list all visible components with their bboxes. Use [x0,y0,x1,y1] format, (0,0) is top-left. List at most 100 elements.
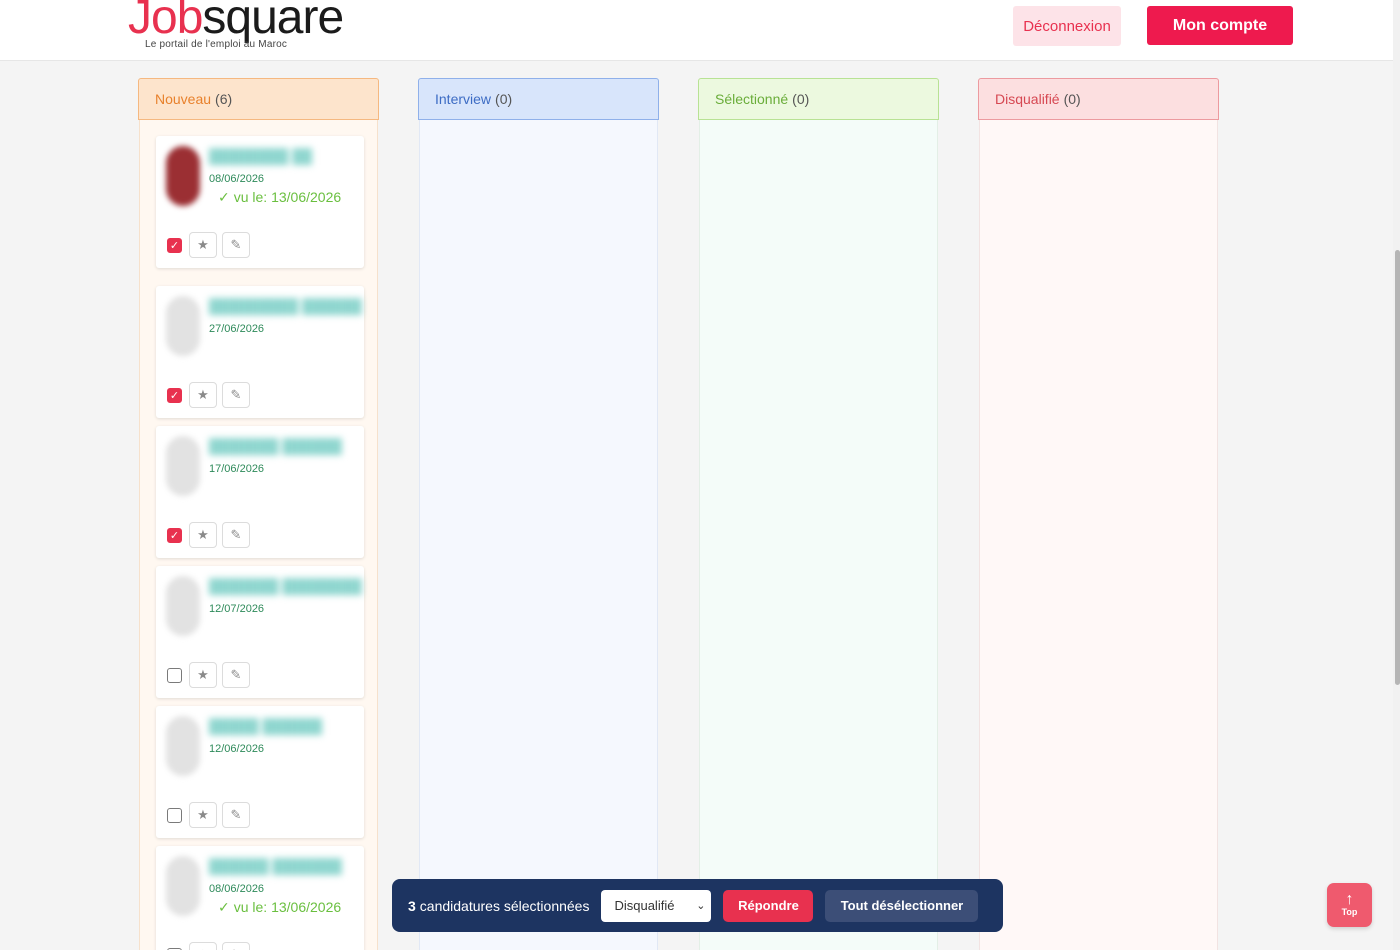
card-actions: ★ ✎ [167,942,255,950]
check-icon: ✓ [169,389,180,402]
candidate-name[interactable]: █████ ██████ [209,718,322,734]
candidate-name[interactable]: █████████ ██████ [209,298,362,314]
back-to-top-button[interactable]: ↑ Top [1327,883,1372,927]
column-title: Sélectionné [715,91,789,107]
check-icon: ✓ [218,899,230,915]
seen-status: ✓ vu le: 13/06/2026 [218,189,341,206]
arrow-up-icon: ↑ [1345,891,1354,908]
avatar [166,716,200,776]
pencil-icon: ✎ [230,387,242,402]
avatar [166,856,200,916]
seen-status: ✓ vu le: 13/06/2026 [218,899,341,916]
star-icon: ★ [197,387,209,402]
page-scrollbar-thumb[interactable] [1395,250,1400,685]
select-checkbox[interactable]: ✓ [167,527,182,543]
application-date: 27/06/2026 [209,323,265,335]
candidate-card[interactable]: █████████ ██████ 27/06/2026 ✓ ★ ✎ [156,286,364,418]
logout-button[interactable]: Déconnexion [1013,6,1121,46]
select-checkbox[interactable]: ✓ [167,387,182,403]
avatar [166,436,200,496]
column-title: Interview [435,91,492,107]
card-actions: ✓ ★ ✎ [167,382,255,408]
edit-note-button[interactable]: ✎ [222,662,250,688]
application-date: 17/06/2026 [209,463,265,475]
logo-tagline: Le portail de l'emploi au Maroc [145,39,288,50]
star-icon: ★ [197,667,209,682]
column-count: (6) [215,91,233,107]
select-checkbox[interactable]: ✓ [167,237,182,253]
logo-word-job: Job [128,0,203,44]
edit-note-button[interactable]: ✎ [222,802,250,828]
reply-button[interactable]: Répondre [723,889,814,922]
logo-word-square: square [202,0,344,44]
pencil-icon: ✎ [230,527,242,542]
pencil-icon: ✎ [230,237,242,252]
candidate-card[interactable]: ███████ ████████ 12/07/2026 ★ ✎ [156,566,364,698]
column-header-disqualifie: Disqualifié (0) [978,78,1219,120]
column-header-nouveau: Nouveau (6) [138,78,379,120]
avatar [166,296,200,356]
application-date: 08/06/2026 [209,173,265,185]
column-header-interview: Interview (0) [418,78,659,120]
seen-text: vu le: 13/06/2026 [233,899,342,915]
my-account-button[interactable]: Mon compte [1147,6,1293,45]
avatar [166,146,200,206]
favorite-button[interactable]: ★ [189,802,217,828]
candidate-card[interactable]: ██████ ███████ 08/06/2026 ✓ vu le: 13/06/… [156,846,364,950]
star-icon: ★ [197,237,209,252]
application-date: 12/07/2026 [209,603,265,615]
column-interview: Interview (0) [418,78,659,950]
favorite-button[interactable]: ★ [189,942,217,950]
application-date: 08/06/2026 [209,883,265,895]
column-selectionne: Sélectionné (0) [698,78,939,950]
card-actions: ★ ✎ [167,802,255,828]
check-icon: ✓ [169,529,180,542]
status-select-value: Disqualifié [614,898,675,913]
avatar [166,576,200,636]
pencil-icon: ✎ [230,807,242,822]
star-icon: ★ [197,807,209,822]
candidate-card[interactable]: ███████ ██████ 17/06/2026 ✓ ★ ✎ [156,426,364,558]
bulk-action-bar: 3 candidatures sélectionnées Disqualifié … [392,879,1003,932]
column-nouveau: Nouveau (6) ████████ ██ 08/06/2026 ✓ vu le… [138,78,379,950]
selection-summary: 3 candidatures sélectionnées [408,898,589,914]
seen-text: vu le: 13/06/2026 [233,189,342,205]
edit-note-button[interactable]: ✎ [222,942,250,950]
favorite-button[interactable]: ★ [189,662,217,688]
favorite-button[interactable]: ★ [189,382,217,408]
star-icon: ★ [197,527,209,542]
check-icon: ✓ [169,239,180,252]
selection-count: 3 [408,897,416,914]
candidate-name[interactable]: ██████ ███████ [209,858,342,874]
favorite-button[interactable]: ★ [189,522,217,548]
column-count: (0) [792,91,810,107]
back-to-top-label: Top [1341,907,1358,917]
edit-note-button[interactable]: ✎ [222,232,250,258]
card-actions: ✓ ★ ✎ [167,522,255,548]
application-date: 12/06/2026 [209,743,265,755]
status-select[interactable]: Disqualifié ⌄ [601,889,712,922]
selection-label: candidatures sélectionnées [419,897,590,914]
column-body-interview [419,120,658,950]
candidate-name[interactable]: ███████ ████████ [209,578,362,594]
select-checkbox[interactable] [167,807,182,823]
candidate-name[interactable]: ███████ ██████ [209,438,342,454]
top-header: Jobsquare Le portail de l'emploi au Maro… [0,0,1400,61]
column-count: (0) [495,91,513,107]
column-title: Nouveau [155,91,212,107]
jobsquare-logo[interactable]: Jobsquare Le portail de l'emploi au Maro… [128,0,344,50]
column-header-selectionne: Sélectionné (0) [698,78,939,120]
card-actions: ✓ ★ ✎ [167,232,255,258]
select-checkbox[interactable] [167,667,182,683]
candidate-card[interactable]: █████ ██████ 12/06/2026 ★ ✎ [156,706,364,838]
favorite-button[interactable]: ★ [189,232,217,258]
column-disqualifie: Disqualifié (0) [978,78,1219,950]
candidate-card[interactable]: ████████ ██ 08/06/2026 ✓ vu le: 13/06/202… [156,136,364,268]
edit-note-button[interactable]: ✎ [222,522,250,548]
deselect-all-button[interactable]: Tout désélectionner [825,889,979,922]
pencil-icon: ✎ [230,667,242,682]
candidate-name[interactable]: ████████ ██ [209,148,312,164]
chevron-down-icon: ⌄ [696,900,706,912]
edit-note-button[interactable]: ✎ [222,382,250,408]
card-actions: ★ ✎ [167,662,255,688]
